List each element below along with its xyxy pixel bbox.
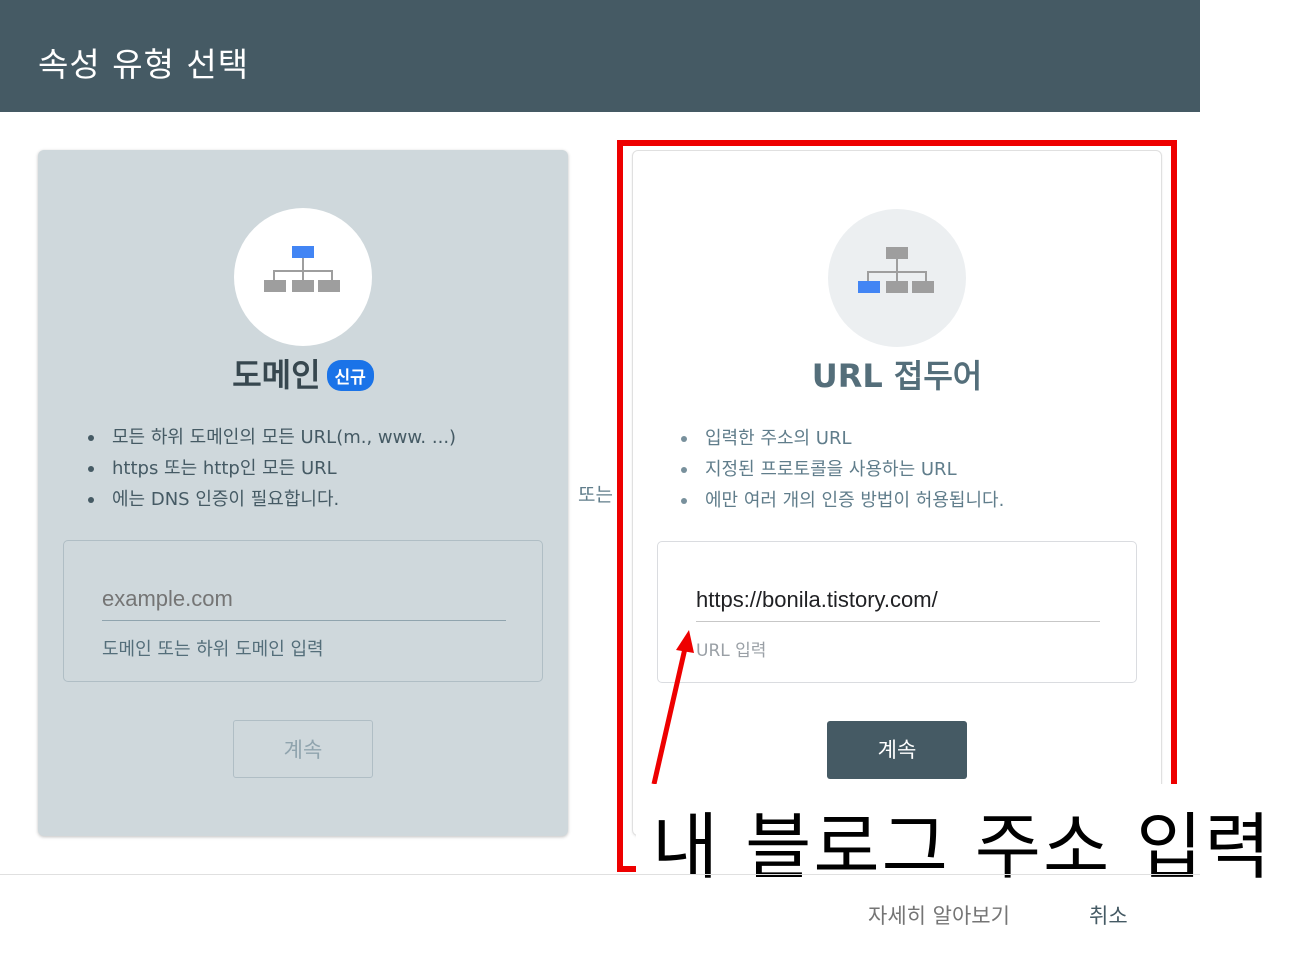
url-icon-circle [828,209,966,347]
domain-icon-circle [234,208,372,346]
domain-card-title: 도메인 신규 [38,350,568,396]
domain-input[interactable] [102,583,506,621]
sitemap-icon [264,246,340,292]
url-input-helper: URL 입력 [696,641,767,661]
new-badge: 신규 [326,359,374,391]
domain-continue-button[interactable]: 계속 [233,720,373,778]
annotation-text: 내 블로그 주소 입력 [652,805,1273,889]
sitemap-icon [858,247,934,293]
list-item: https 또는 http인 모든 URL [88,453,456,484]
list-item: 에는 DNS 인증이 필요합니다. [88,484,456,515]
cancel-button[interactable]: 취소 [1089,900,1128,930]
domain-card[interactable]: 도메인 신규 모든 하위 도메인의 모든 URL(m., www. ...) ht… [38,150,568,836]
domain-bullet-list: 모든 하위 도메인의 모든 URL(m., www. ...) https 또는… [88,422,456,515]
or-label: 또는 [578,484,613,506]
dialog-header: 속성 유형 선택 [0,0,1200,112]
list-item: 지정된 프로토콜을 사용하는 URL [681,454,1004,485]
learn-more-link[interactable]: 자세히 알아보기 [868,900,1010,930]
domain-title-text: 도메인 [232,356,321,394]
footer-divider [0,874,1200,875]
url-prefix-card[interactable]: URL 접두어 입력한 주소의 URL 지정된 프로토콜을 사용하는 URL 에… [632,150,1162,836]
dialog-title: 속성 유형 선택 [38,45,250,84]
url-card-title: URL 접두어 [811,357,983,395]
url-continue-button[interactable]: 계속 [827,721,967,779]
arrow-icon [651,630,694,785]
list-item: 에만 여러 개의 인증 방법이 허용됩니다. [681,485,1004,516]
domain-input-helper: 도메인 또는 하위 도메인 입력 [102,639,324,660]
url-input-box: URL 입력 [657,541,1137,683]
url-bullet-list: 입력한 주소의 URL 지정된 프로토콜을 사용하는 URL 에만 여러 개의 … [681,423,1004,516]
domain-input-box: 도메인 또는 하위 도메인 입력 [63,540,543,682]
list-item: 입력한 주소의 URL [681,423,1004,454]
list-item: 모든 하위 도메인의 모든 URL(m., www. ...) [88,422,456,453]
url-input[interactable] [696,584,1100,622]
